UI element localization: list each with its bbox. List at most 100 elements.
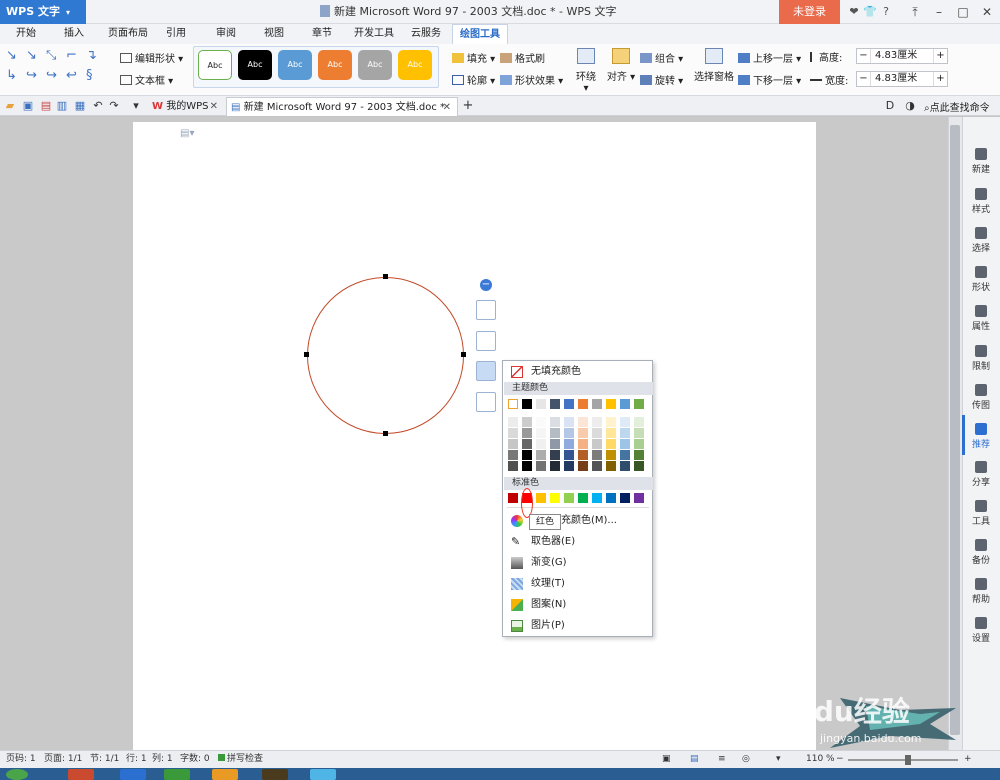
help-icon[interactable]: ?: [878, 0, 894, 24]
side-recommend[interactable]: 推荐: [962, 423, 1000, 450]
style-gray[interactable]: Abc: [358, 50, 392, 80]
theme-shade-swatch[interactable]: [564, 428, 574, 438]
tab-review[interactable]: 审阅: [208, 24, 244, 44]
zoom-slider-knob[interactable]: [905, 755, 911, 765]
close-tab-icon[interactable]: ✕: [210, 97, 218, 116]
taskbar-browser-icon[interactable]: [164, 769, 190, 780]
connector-icon[interactable]: ↳: [6, 68, 17, 83]
side-settings[interactable]: 设置: [962, 617, 1000, 644]
tab-my-wps[interactable]: W 我的WPS ✕: [148, 97, 224, 116]
tab-drawing-tools[interactable]: 绘图工具: [452, 24, 508, 44]
curved-connector-icon[interactable]: ↪: [26, 68, 37, 83]
theme-color-swatch[interactable]: [606, 399, 616, 409]
side-backup[interactable]: 备份: [962, 539, 1000, 566]
height-value[interactable]: 4.83厘米: [875, 49, 917, 63]
side-new[interactable]: 新建: [962, 148, 1000, 175]
bring-forward-button[interactable]: 上移一层 ▾: [738, 50, 801, 65]
status-pages[interactable]: 页面: 1/1: [44, 751, 82, 768]
theme-color-swatch[interactable]: [620, 399, 630, 409]
new-tab-icon[interactable]: +: [462, 99, 474, 112]
status-page-number[interactable]: 页码: 1: [6, 751, 36, 768]
tab-chapter[interactable]: 章节: [304, 24, 340, 44]
tab-view[interactable]: 视图: [256, 24, 292, 44]
theme-shade-swatch[interactable]: [620, 417, 630, 427]
elbow-arrow-icon[interactable]: ↴: [86, 48, 97, 63]
rotate-button[interactable]: 旋转 ▾: [640, 72, 683, 87]
standard-color-swatch[interactable]: [592, 493, 602, 503]
side-properties[interactable]: 属性: [962, 305, 1000, 332]
save-icon[interactable]: ▣: [22, 100, 34, 112]
theme-shade-swatch[interactable]: [620, 439, 630, 449]
theme-shade-swatch[interactable]: [606, 428, 616, 438]
theme-shade-swatch[interactable]: [522, 439, 532, 449]
tab-cloud[interactable]: 云服务: [404, 24, 448, 44]
texture-item[interactable]: 纹理(T): [504, 574, 653, 594]
style-black[interactable]: Abc: [238, 50, 272, 80]
theme-shade-swatch[interactable]: [564, 417, 574, 427]
standard-color-swatch[interactable]: [536, 493, 546, 503]
theme-shade-swatch[interactable]: [536, 439, 546, 449]
minimize-button[interactable]: –: [926, 0, 952, 24]
theme-shade-swatch[interactable]: [564, 439, 574, 449]
theme-shade-swatch[interactable]: [578, 461, 588, 471]
theme-shade-swatch[interactable]: [578, 428, 588, 438]
standard-color-swatch[interactable]: [578, 493, 588, 503]
taskbar-app-icon[interactable]: [120, 769, 146, 780]
restore-ribbon-icon[interactable]: ⤒: [902, 0, 928, 24]
format-brush-button[interactable]: 格式刷: [500, 50, 545, 65]
theme-color-swatch[interactable]: [592, 399, 602, 409]
side-shape[interactable]: 形状: [962, 266, 1000, 293]
style-gold[interactable]: Abc: [398, 50, 432, 80]
theme-shade-swatch[interactable]: [550, 417, 560, 427]
line-shape-icon[interactable]: ↘: [6, 48, 17, 63]
status-row[interactable]: 行: 1: [126, 751, 147, 768]
theme-shade-swatch[interactable]: [634, 450, 644, 460]
close-tab-icon[interactable]: ✕: [443, 98, 451, 117]
outline-button[interactable]: 轮廓 ▾: [452, 72, 495, 87]
resize-handle-right[interactable]: [461, 352, 466, 357]
spell-check-toggle[interactable]: 拼写检查: [218, 751, 263, 768]
settings-icon[interactable]: ◑: [904, 100, 916, 112]
eyedropper-item[interactable]: ✎ 取色器(E): [504, 532, 653, 552]
resize-handle-bottom[interactable]: [383, 431, 388, 436]
theme-shade-swatch[interactable]: [620, 428, 630, 438]
side-restrict[interactable]: 限制: [962, 345, 1000, 372]
skin-icon[interactable]: 👕: [862, 0, 878, 24]
tab-insert[interactable]: 插入: [56, 24, 92, 44]
theme-shade-swatch[interactable]: [592, 428, 602, 438]
theme-shade-swatch[interactable]: [536, 461, 546, 471]
theme-shade-swatch[interactable]: [536, 417, 546, 427]
layout-option-button[interactable]: [476, 300, 496, 320]
theme-shade-swatch[interactable]: [578, 417, 588, 427]
tab-document[interactable]: ▤ 新建 Microsoft Word 97 - 2003 文档.doc * ✕: [226, 97, 458, 116]
theme-color-swatch[interactable]: [564, 399, 574, 409]
collapse-icon[interactable]: D: [884, 100, 896, 112]
side-share[interactable]: 分享: [962, 461, 1000, 488]
theme-shade-swatch[interactable]: [522, 417, 532, 427]
taskbar-app-icon[interactable]: [212, 769, 238, 780]
status-col[interactable]: 列: 1: [152, 751, 173, 768]
curved-arrow-icon[interactable]: ↪: [46, 68, 57, 83]
login-button[interactable]: 未登录: [779, 0, 840, 24]
theme-shade-swatch[interactable]: [620, 461, 630, 471]
no-fill-item[interactable]: 无填充颜色: [504, 362, 653, 382]
style-blue[interactable]: Abc: [278, 50, 312, 80]
theme-color-swatch[interactable]: [578, 399, 588, 409]
theme-color-swatch[interactable]: [536, 399, 546, 409]
theme-color-swatch[interactable]: [550, 399, 560, 409]
tab-page-layout[interactable]: 页面布局: [102, 24, 154, 44]
collapse-toolbar-icon[interactable]: −: [480, 279, 492, 291]
style-white[interactable]: Abc: [198, 50, 232, 80]
theme-shade-swatch[interactable]: [634, 417, 644, 427]
fullscreen-icon[interactable]: ▣: [662, 751, 671, 768]
s-curve-icon[interactable]: §: [86, 68, 93, 83]
tab-references[interactable]: 引用: [158, 24, 194, 44]
reading-mode-icon[interactable]: ▾: [776, 751, 781, 768]
theme-shade-swatch[interactable]: [550, 428, 560, 438]
theme-shade-swatch[interactable]: [592, 417, 602, 427]
shape-style-button[interactable]: [476, 331, 496, 351]
page-view-icon[interactable]: ▤: [690, 751, 699, 768]
theme-shade-swatch[interactable]: [550, 461, 560, 471]
side-select[interactable]: 选择: [962, 227, 1000, 254]
theme-shade-swatch[interactable]: [508, 450, 518, 460]
